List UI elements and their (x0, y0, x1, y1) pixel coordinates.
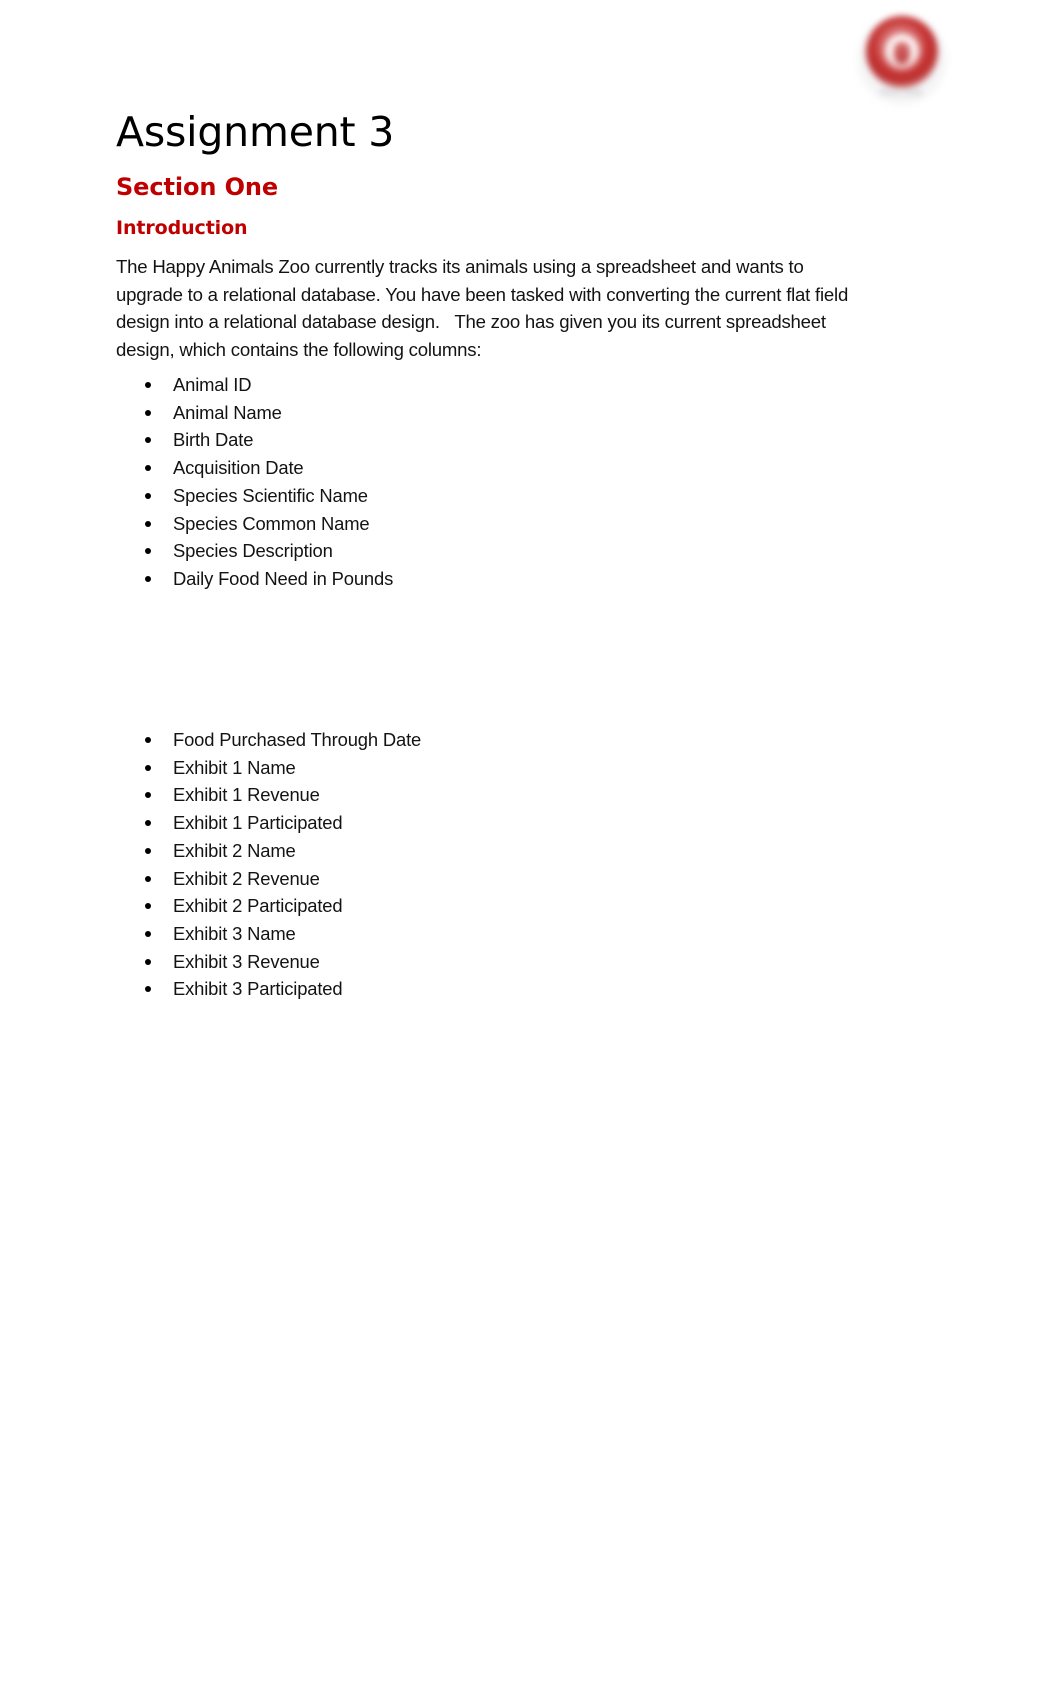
list-item: Exhibit 3 Revenue (116, 948, 816, 976)
list-item-label: Exhibit 2 Participated (173, 895, 343, 917)
bullet-icon (145, 958, 151, 965)
list-item-label: Exhibit 2 Name (173, 839, 296, 861)
list-item: Animal Name (116, 399, 816, 427)
list-item: Exhibit 2 Revenue (116, 865, 816, 893)
page-title: Assignment 3 (116, 108, 395, 156)
list-item: Birth Date (116, 426, 816, 454)
bullet-icon (145, 548, 151, 555)
bullet-icon (145, 737, 151, 743)
list-item: Exhibit 1 Name (116, 754, 816, 782)
bullet-icon (145, 875, 151, 882)
bullet-icon (145, 382, 151, 388)
bullet-icon (145, 820, 151, 827)
bullet-icon (145, 930, 151, 937)
list-item: Acquisition Date (116, 454, 816, 482)
logo-outer-ring (866, 16, 938, 88)
section-heading: Section One (116, 173, 279, 201)
sub-heading-introduction: Introduction (116, 217, 248, 239)
bullet-icon (145, 520, 151, 527)
list-item-label: Species Common Name (173, 512, 370, 534)
list-item-label: Exhibit 1 Name (173, 756, 296, 778)
list-item: Exhibit 1 Revenue (116, 781, 816, 809)
logo-caption: FULL SAIL (880, 88, 924, 97)
introduction-paragraph: The Happy Animals Zoo currently tracks i… (116, 256, 854, 361)
bullet-icon (145, 764, 151, 771)
list-item-label: Daily Food Need in Pounds (173, 567, 394, 589)
bullet-icon (145, 575, 151, 582)
list-item: Food Purchased Through Date (116, 726, 816, 754)
spreadsheet-columns-list-one: Animal ID Animal Name Birth Date Acquisi… (116, 371, 816, 593)
bullet-icon (145, 792, 151, 799)
list-item-label: Exhibit 3 Revenue (173, 950, 320, 972)
list-item-label: Animal ID (173, 374, 252, 395)
document-page: FULL SAIL Assignment 3 Section One Intro… (0, 0, 1062, 1701)
bullet-icon (145, 903, 151, 910)
list-item-label: Exhibit 3 Participated (173, 978, 343, 1000)
logo-shadow (856, 14, 948, 106)
list-item-label: Birth Date (173, 429, 254, 451)
list-item-label: Animal Name (173, 401, 282, 423)
list-item-label: Exhibit 3 Name (173, 922, 296, 944)
list-item: Species Common Name (116, 510, 816, 538)
list-item-label: Exhibit 2 Revenue (173, 867, 320, 889)
spreadsheet-columns-list-two: Food Purchased Through Date Exhibit 1 Na… (116, 726, 816, 1003)
list-item-label: Species Description (173, 540, 333, 562)
logo-core-mark (894, 42, 910, 64)
list-item: Exhibit 2 Name (116, 837, 816, 865)
university-seal-logo: FULL SAIL (852, 8, 952, 113)
bullet-icon (145, 409, 151, 416)
list-item: Species Description (116, 537, 816, 565)
list-item: Exhibit 1 Participated (116, 809, 816, 837)
list-item: Animal ID (116, 371, 816, 399)
list-item: Exhibit 3 Name (116, 920, 816, 948)
list-item: Exhibit 3 Participated (116, 975, 816, 1003)
list-item: Exhibit 2 Participated (116, 892, 816, 920)
list-item-label: Acquisition Date (173, 457, 304, 479)
list-item: Daily Food Need in Pounds (116, 565, 816, 593)
list-item-label: Exhibit 1 Participated (173, 812, 343, 834)
bullet-icon (145, 437, 151, 444)
bullet-icon (145, 465, 151, 472)
list-item: Species Scientific Name (116, 482, 816, 510)
bullet-icon (145, 492, 151, 499)
list-item-label: Food Purchased Through Date (173, 729, 422, 750)
list-item-label: Exhibit 1 Revenue (173, 784, 320, 806)
bullet-icon (145, 986, 151, 993)
list-item-label: Species Scientific Name (173, 484, 368, 506)
logo-inner-ring (883, 33, 921, 71)
bullet-icon (145, 847, 151, 854)
